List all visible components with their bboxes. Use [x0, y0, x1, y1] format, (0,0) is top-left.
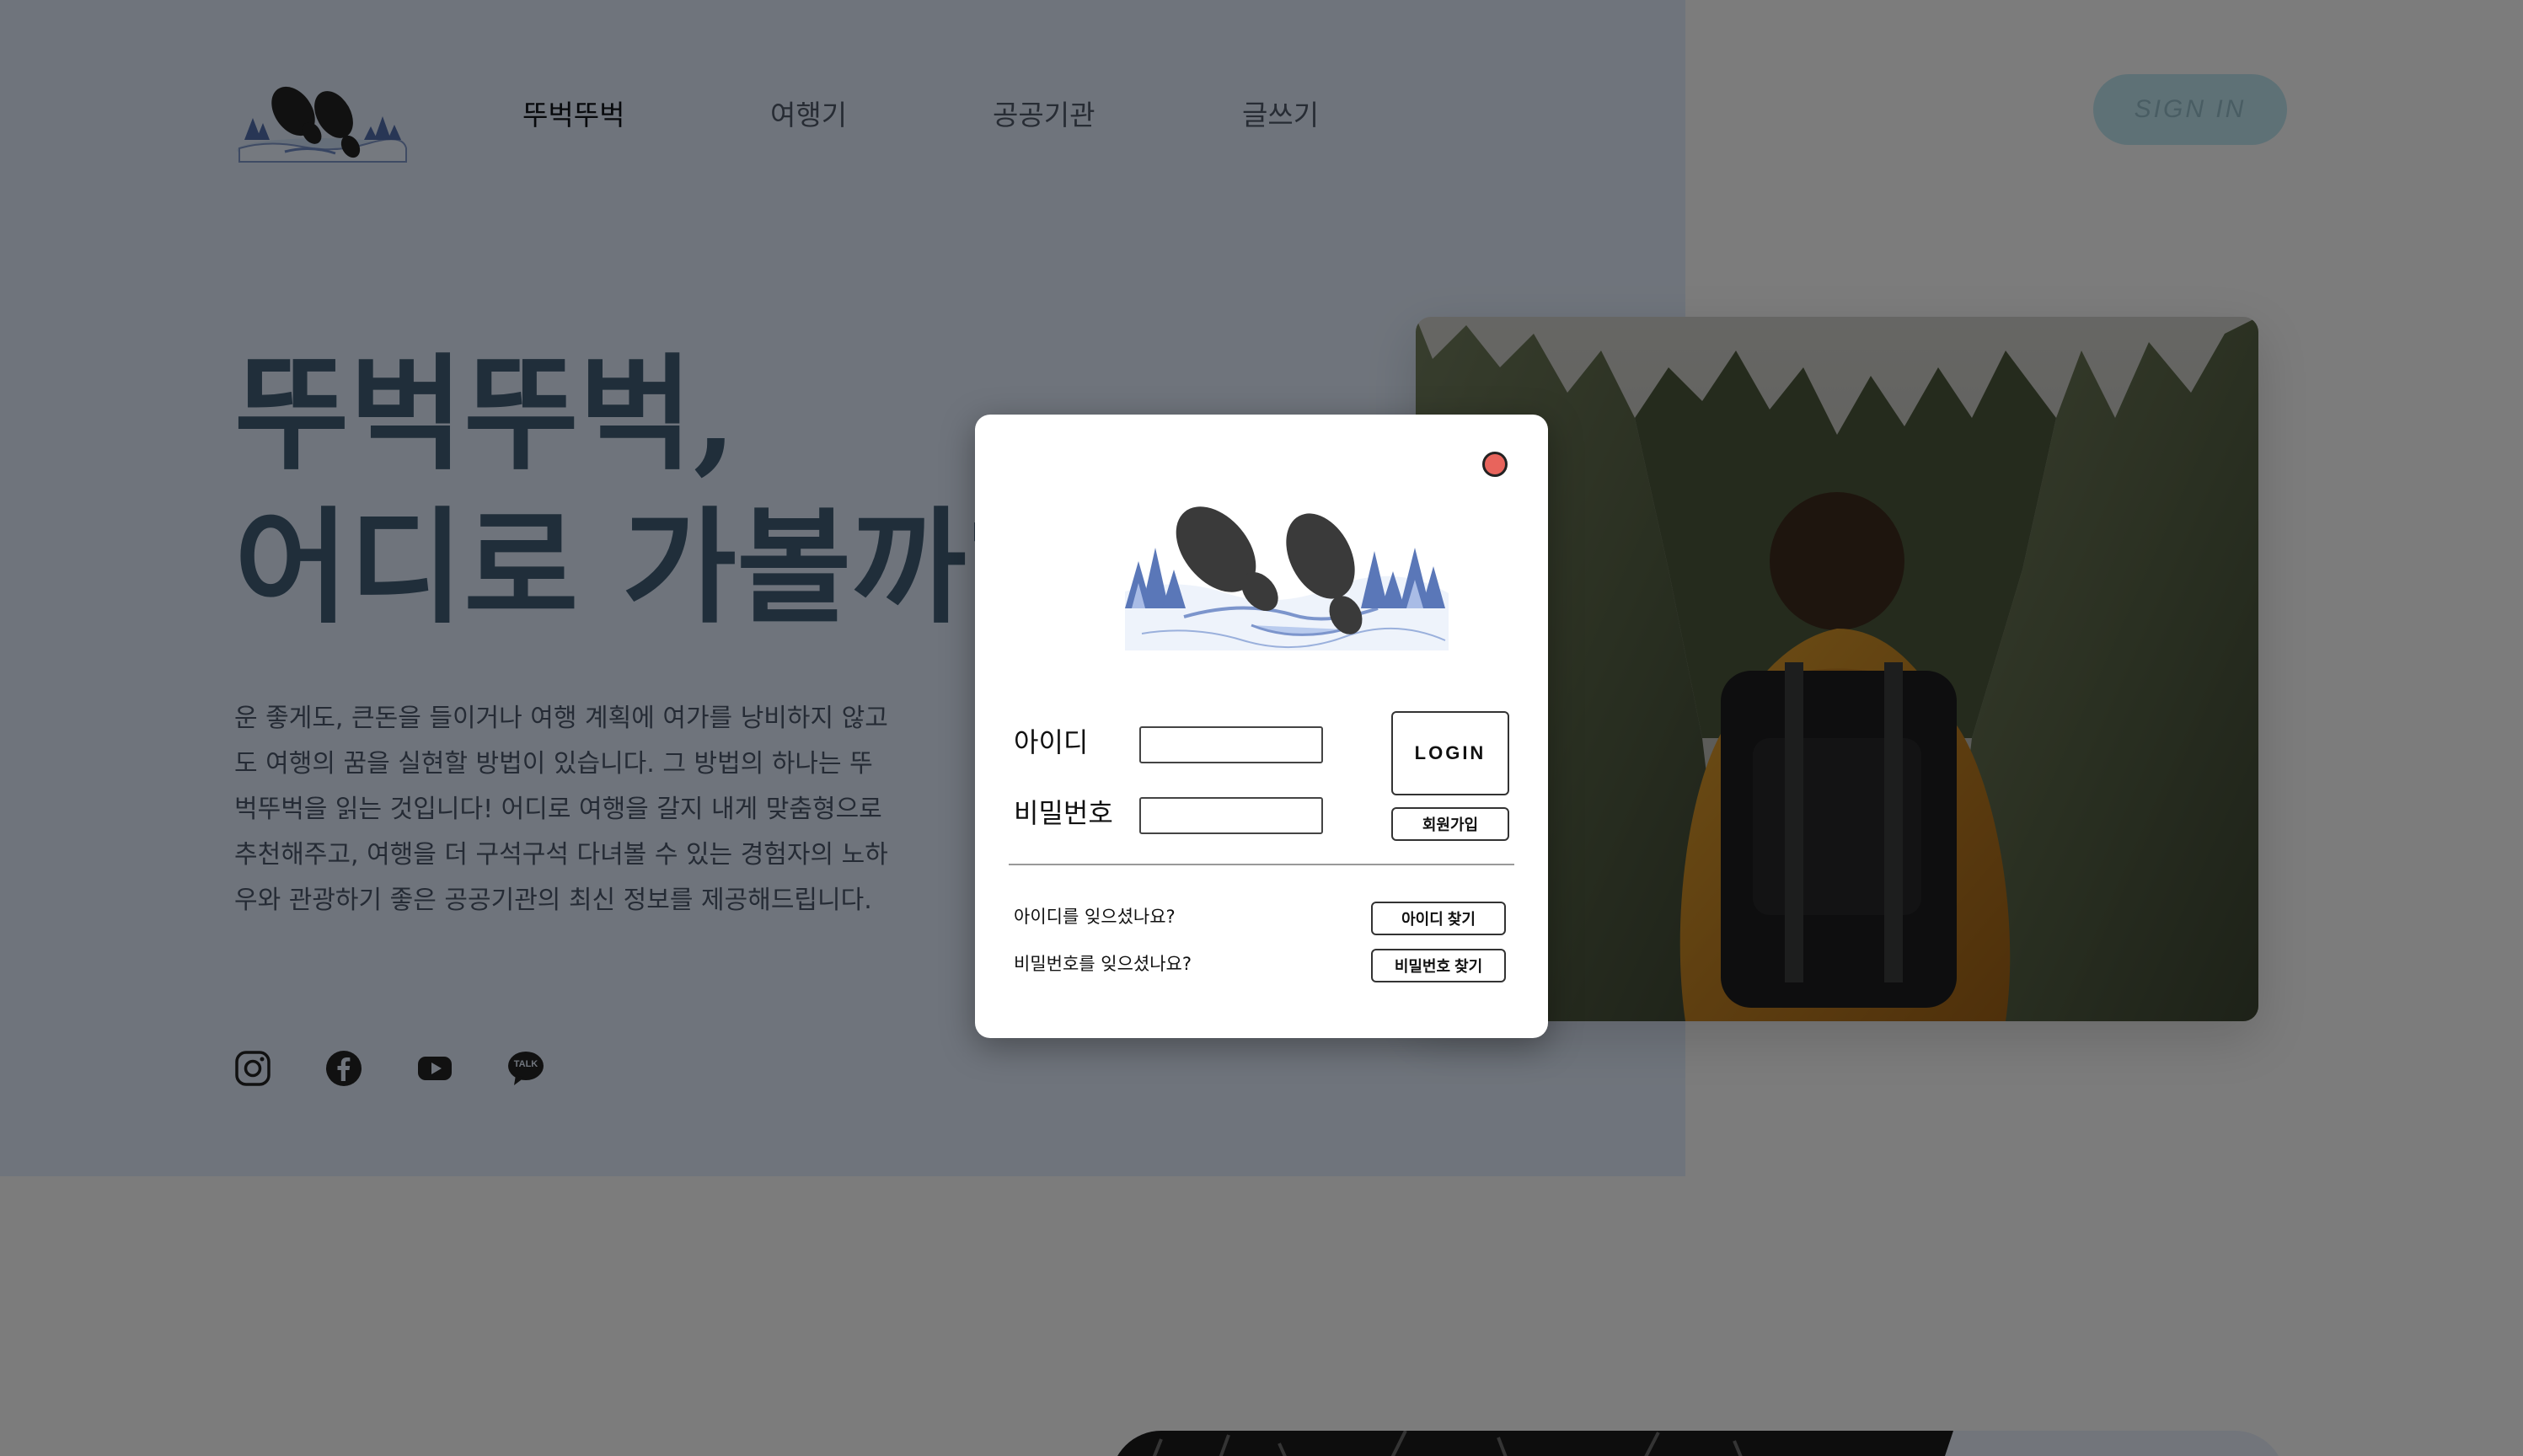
modal-logo-footprints-icon [1125, 506, 1449, 650]
close-button[interactable] [1482, 452, 1508, 477]
id-input[interactable] [1139, 726, 1323, 763]
signup-button[interactable]: 회원가입 [1391, 807, 1509, 841]
find-id-button[interactable]: 아이디 찾기 [1371, 902, 1506, 935]
password-input[interactable] [1139, 797, 1323, 834]
login-modal: 아이디 비밀번호 LOGIN 회원가입 아이디를 잊으셨나요? 아이디 찾기 비… [975, 415, 1548, 1038]
password-label: 비밀번호 [1014, 797, 1113, 829]
forgot-password-text: 비밀번호를 잊으셨나요? [1014, 954, 1192, 974]
forgot-id-text: 아이디를 잊으셨나요? [1014, 907, 1176, 927]
login-button[interactable]: LOGIN [1391, 711, 1509, 795]
modal-divider [1009, 864, 1514, 865]
id-label: 아이디 [1014, 726, 1089, 758]
find-password-button[interactable]: 비밀번호 찾기 [1371, 949, 1506, 982]
